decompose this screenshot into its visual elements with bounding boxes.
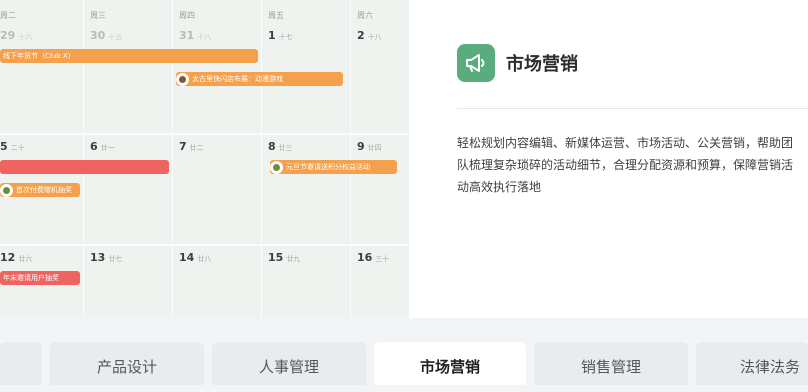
grid-line	[261, 0, 262, 318]
tab-legal[interactable]: 法律法务	[696, 342, 808, 385]
calendar: 周二 周三 周四 周五 周六 29 十六 30 十五 31 十八 1 十七 2 十八 线下…	[0, 0, 409, 318]
event-bar-points[interactable]: 元旦节邀请送积分权益活动	[270, 160, 397, 174]
panel-description: 轻松规划内容编辑、新媒体运营、市场活动、公关营销，帮助团队梳理复杂琐碎的活动细节…	[457, 136, 794, 194]
divider	[457, 108, 808, 109]
grid-line	[350, 0, 351, 318]
day-cell-date[interactable]: 13 廿七	[90, 251, 122, 264]
day-cell-date[interactable]: 30 十五	[90, 29, 122, 42]
day-cell-date[interactable]: 6 廿一	[90, 140, 115, 153]
category-tabs: 产品设计 人事管理 市场营销 销售管理 法律法务	[0, 318, 808, 385]
feature-panel: 市场营销 轻松规划内容编辑、新媒体运营、市场活动、公关营销，帮助团队梳理复杂琐碎…	[409, 0, 808, 318]
event-bar-club[interactable]: 线下年货节（Club X）	[0, 49, 258, 63]
event-bar-red[interactable]	[0, 160, 169, 174]
weekday-header: 周二	[0, 11, 16, 20]
weekday-header: 周三	[90, 11, 106, 20]
day-cell-date[interactable]: 31 十八	[179, 29, 211, 42]
avatar	[176, 73, 189, 86]
grid-line	[0, 244, 409, 246]
day-cell-date[interactable]: 8 廿三	[268, 140, 293, 153]
day-cell-date[interactable]: 5 二十	[0, 140, 25, 153]
day-cell-date[interactable]: 16 三十	[357, 251, 389, 264]
avatar	[0, 184, 13, 197]
grid-line	[83, 0, 84, 318]
weekday-header: 周四	[179, 11, 195, 20]
megaphone-icon	[457, 44, 495, 82]
tab-hr-management[interactable]: 人事管理	[212, 342, 366, 385]
day-cell-date[interactable]: 29 十六	[0, 29, 32, 42]
day-cell-date[interactable]: 9 廿四	[357, 140, 382, 153]
avatar	[270, 161, 283, 174]
tab-partial[interactable]	[0, 342, 42, 385]
weekday-header: 周五	[268, 11, 284, 20]
weekday-header: 周六	[357, 11, 373, 20]
day-cell-date[interactable]: 2 十八	[357, 29, 382, 42]
event-bar-lottery[interactable]: 首次付费赠机抽奖	[0, 183, 80, 197]
tab-marketing[interactable]: 市场营销	[374, 342, 526, 385]
day-cell-date[interactable]: 1 十七	[268, 29, 293, 42]
tab-sales-management[interactable]: 销售管理	[534, 342, 688, 385]
day-cell-date[interactable]: 7 廿二	[179, 140, 204, 153]
grid-line	[172, 0, 173, 318]
panel-title: 市场营销	[506, 54, 578, 75]
day-cell-date[interactable]: 12 廿六	[0, 251, 32, 264]
grid-line	[0, 133, 409, 135]
event-bar-invite[interactable]: 年末邀请用户抽奖	[0, 271, 80, 285]
event-bar-shop[interactable]: 太古里快闪店布展：动漫游戏	[176, 72, 343, 86]
tab-product-design[interactable]: 产品设计	[50, 342, 204, 385]
day-cell-date[interactable]: 15 廿九	[268, 251, 300, 264]
day-cell-date[interactable]: 14 廿八	[179, 251, 211, 264]
